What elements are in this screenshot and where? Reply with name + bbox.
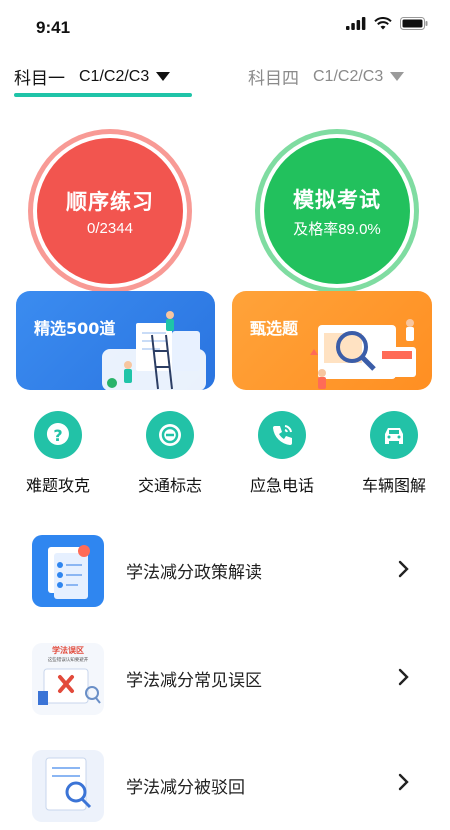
thumb-subtitle: 这些错误认知要避开 — [48, 656, 89, 663]
quick-traffic-signs[interactable]: 交通标志 — [120, 411, 220, 496]
caret-down-icon — [390, 72, 405, 81]
quick-hard-questions[interactable]: ? 难题攻克 — [8, 411, 108, 496]
battery-icon — [400, 17, 428, 30]
status-time: 9:41 — [36, 18, 71, 37]
tab-subject-four[interactable]: 科目四 C1/C2/C3 — [248, 64, 405, 89]
list-item-label: 学法减分被驳回 — [126, 778, 245, 798]
chevron-right-icon — [398, 560, 409, 578]
rejected-thumbnail — [32, 750, 104, 822]
tab-subject-one-label: 科目一 — [14, 69, 65, 89]
search-illustration — [310, 319, 416, 389]
status-icons — [346, 17, 428, 30]
quick-emergency-phone[interactable]: 应急电话 — [232, 411, 332, 496]
wifi-icon — [374, 17, 392, 30]
svg-text:?: ? — [53, 426, 62, 445]
chevron-right-icon — [398, 668, 409, 686]
list-item-label: 学法减分政策解读 — [126, 563, 262, 583]
document-thumbnail — [32, 535, 104, 607]
question-icon: ? — [34, 411, 82, 459]
thumb-title: 学法误区 — [52, 645, 84, 655]
tab-subject-four-label: 科目四 — [248, 69, 299, 89]
sequential-practice-title: 顺序练习 — [66, 189, 154, 214]
misconception-thumbnail: 学法误区 这些错误认知要避开 — [32, 643, 104, 715]
selected-500-banner[interactable]: 精选500道 — [16, 291, 215, 390]
list-item-label: 学法减分常见误区 — [126, 671, 262, 691]
list-item-misconceptions[interactable]: 学法误区 这些错误认知要避开 学法减分常见误区 — [0, 633, 450, 723]
quick-hard-questions-label: 难题攻克 — [25, 476, 90, 495]
quick-vehicle-diagram-label: 车辆图解 — [361, 476, 426, 495]
mock-exam-title: 模拟考试 — [293, 187, 381, 212]
active-tab-indicator — [14, 93, 192, 97]
mock-exam-button[interactable]: 模拟考试 及格率89.0% — [264, 138, 410, 284]
screening-questions-banner[interactable]: 甄选题 — [232, 291, 432, 390]
quick-vehicle-diagram[interactable]: 车辆图解 — [344, 411, 444, 496]
sequential-practice-button[interactable]: 顺序练习 0/2344 — [37, 138, 183, 284]
tab-subject-four-license: C1/C2/C3 — [313, 67, 384, 85]
list-item-policy[interactable]: 学法减分政策解读 — [0, 525, 450, 615]
sequential-practice-progress: 0/2344 — [87, 219, 133, 237]
tab-subject-one-license: C1/C2/C3 — [79, 67, 150, 85]
phone-icon — [258, 411, 306, 459]
quick-traffic-signs-label: 交通标志 — [137, 476, 202, 495]
study-illustration — [102, 311, 206, 390]
mock-exam-pass-rate: 及格率89.0% — [293, 220, 381, 238]
tab-subject-one[interactable]: 科目一 C1/C2/C3 — [14, 64, 171, 89]
chevron-right-icon — [398, 773, 409, 791]
list-item-rejected[interactable]: 学法减分被驳回 — [0, 740, 450, 830]
caret-down-icon — [156, 72, 171, 81]
car-icon — [370, 411, 418, 459]
traffic-sign-icon — [146, 411, 194, 459]
screening-questions-label: 甄选题 — [250, 319, 299, 338]
signal-icon — [346, 17, 366, 30]
quick-emergency-phone-label: 应急电话 — [249, 476, 314, 495]
